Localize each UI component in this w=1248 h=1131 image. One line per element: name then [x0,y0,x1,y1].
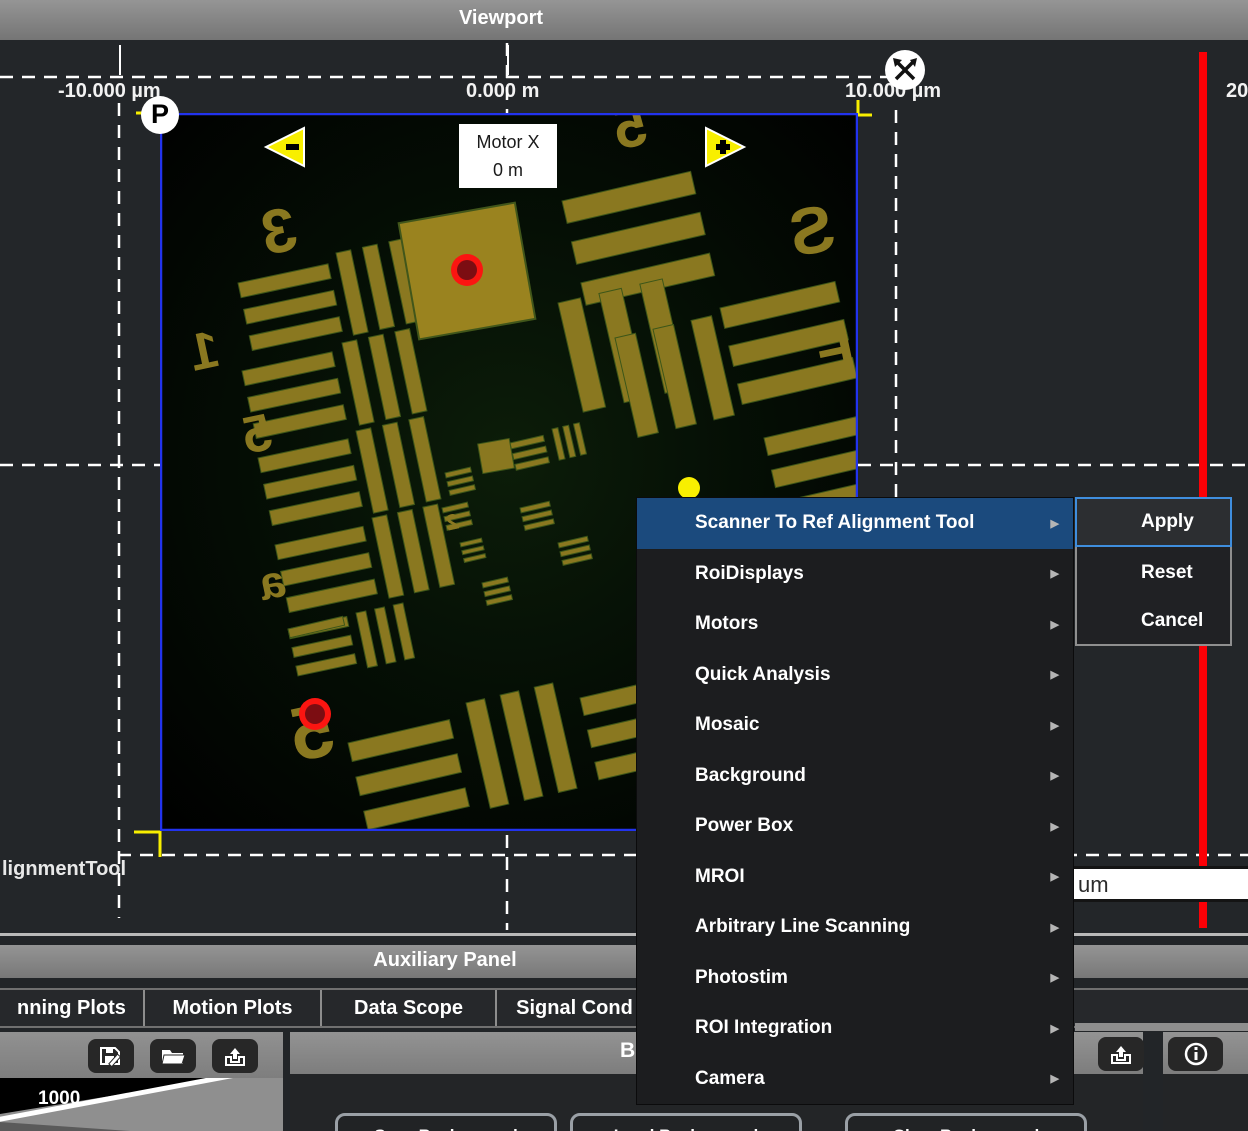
selected-point[interactable] [678,477,700,499]
upload-icon [1108,1043,1134,1065]
submenu-item-apply[interactable]: Apply [1075,497,1232,547]
viewport-title: Viewport [0,7,1002,30]
context-menu: Scanner To Ref Alignment Tool ▶ RoiDispl… [636,497,1074,1105]
save-background-button[interactable]: Save Background [335,1113,557,1131]
submenu-arrow-icon: ▶ [1051,1022,1059,1035]
alignment-point[interactable] [305,704,325,724]
submenu-arrow-icon: ▶ [1051,719,1059,732]
red-cursor-line[interactable] [1199,52,1207,866]
motor-position-label: Motor X 0 m [459,124,557,188]
motor-name: Motor X [459,129,557,157]
red-cursor-line[interactable] [1199,902,1207,928]
submenu-arrow-icon: ▶ [1051,921,1059,934]
plot-toolbar [0,1032,283,1078]
move-handle-icon[interactable] [884,49,926,91]
menu-item-mosaic[interactable]: Mosaic ▶ [637,700,1073,751]
menu-item-scanner-to-ref-alignment-tool[interactable]: Scanner To Ref Alignment Tool ▶ [637,498,1073,549]
submenu-arrow-icon: ▶ [1051,517,1059,530]
submenu-arrow-icon: ▶ [1051,769,1059,782]
save-plot-button[interactable] [88,1039,134,1073]
load-background-button[interactable]: Load Background [570,1113,802,1131]
clear-background-button[interactable]: Clear Background [845,1113,1087,1131]
application-window: Viewport -10.000 µm 0.000 m 10.000 µm 20 [0,0,1248,1131]
menu-item-arbitrary-line-scanning[interactable]: Arbitrary Line Scanning ▶ [637,902,1073,953]
alignment-tool-label: lignmentTool [2,858,126,881]
export-background-button[interactable] [1098,1037,1144,1071]
background-panel-title: B [620,1039,635,1063]
submenu-item-cancel[interactable]: Cancel [1077,596,1230,646]
submenu-arrow-icon: ▶ [1051,1072,1059,1085]
submenu-item-reset[interactable]: Reset [1077,548,1230,598]
menu-item-roidisplays[interactable]: RoiDisplays ▶ [637,549,1073,600]
tab-data-scope[interactable]: Data Scope [322,990,497,1026]
menu-item-background[interactable]: Background ▶ [637,751,1073,802]
tab-scanning-plots[interactable]: nning Plots [0,990,145,1026]
menu-item-mroi[interactable]: MROI ▶ [637,852,1073,903]
submenu-arrow-icon: ▶ [1051,668,1059,681]
menu-item-quick-analysis[interactable]: Quick Analysis ▶ [637,650,1073,701]
info-button[interactable] [1168,1037,1223,1071]
motor-value: 0 m [459,157,557,185]
submenu-arrow-icon: ▶ [1051,618,1059,631]
motor-step-plus-button[interactable] [704,124,750,170]
panel-top-strip [1075,1023,1248,1031]
scanning-plot[interactable]: 1000 [0,1078,283,1131]
alignment-point[interactable] [457,260,477,280]
tab-motion-plots[interactable]: Motion Plots [145,990,322,1026]
menu-item-roi-integration[interactable]: ROI Integration ▶ [637,1003,1073,1054]
info-panel [1163,1032,1248,1131]
submenu-arrow-icon: ▶ [1051,971,1059,984]
submenu-arrow-icon: ▶ [1051,870,1059,883]
info-icon [1184,1042,1208,1066]
submenu-arrow-icon: ▶ [1051,567,1059,580]
save-icon [98,1045,124,1067]
motor-step-minus-button[interactable] [260,124,306,170]
load-plot-button[interactable] [150,1039,196,1073]
menu-item-photostim[interactable]: Photostim ▶ [637,953,1073,1004]
folder-open-icon [160,1046,186,1066]
tab-signal-conditioning[interactable]: Signal Cond [497,990,652,1026]
park-marker-icon[interactable]: P [141,96,179,134]
export-plot-button[interactable] [212,1039,258,1073]
viewport-titlebar: Viewport [0,0,1248,40]
submenu-arrow-icon: ▶ [1051,820,1059,833]
plot-axis-label: 1000 [38,1088,80,1109]
upload-icon [222,1045,248,1067]
menu-item-motors[interactable]: Motors ▶ [637,599,1073,650]
menu-item-power-box[interactable]: Power Box ▶ [637,801,1073,852]
menu-item-camera[interactable]: Camera ▶ [637,1054,1073,1105]
alignment-submenu: Apply Reset Cancel [1075,497,1232,646]
